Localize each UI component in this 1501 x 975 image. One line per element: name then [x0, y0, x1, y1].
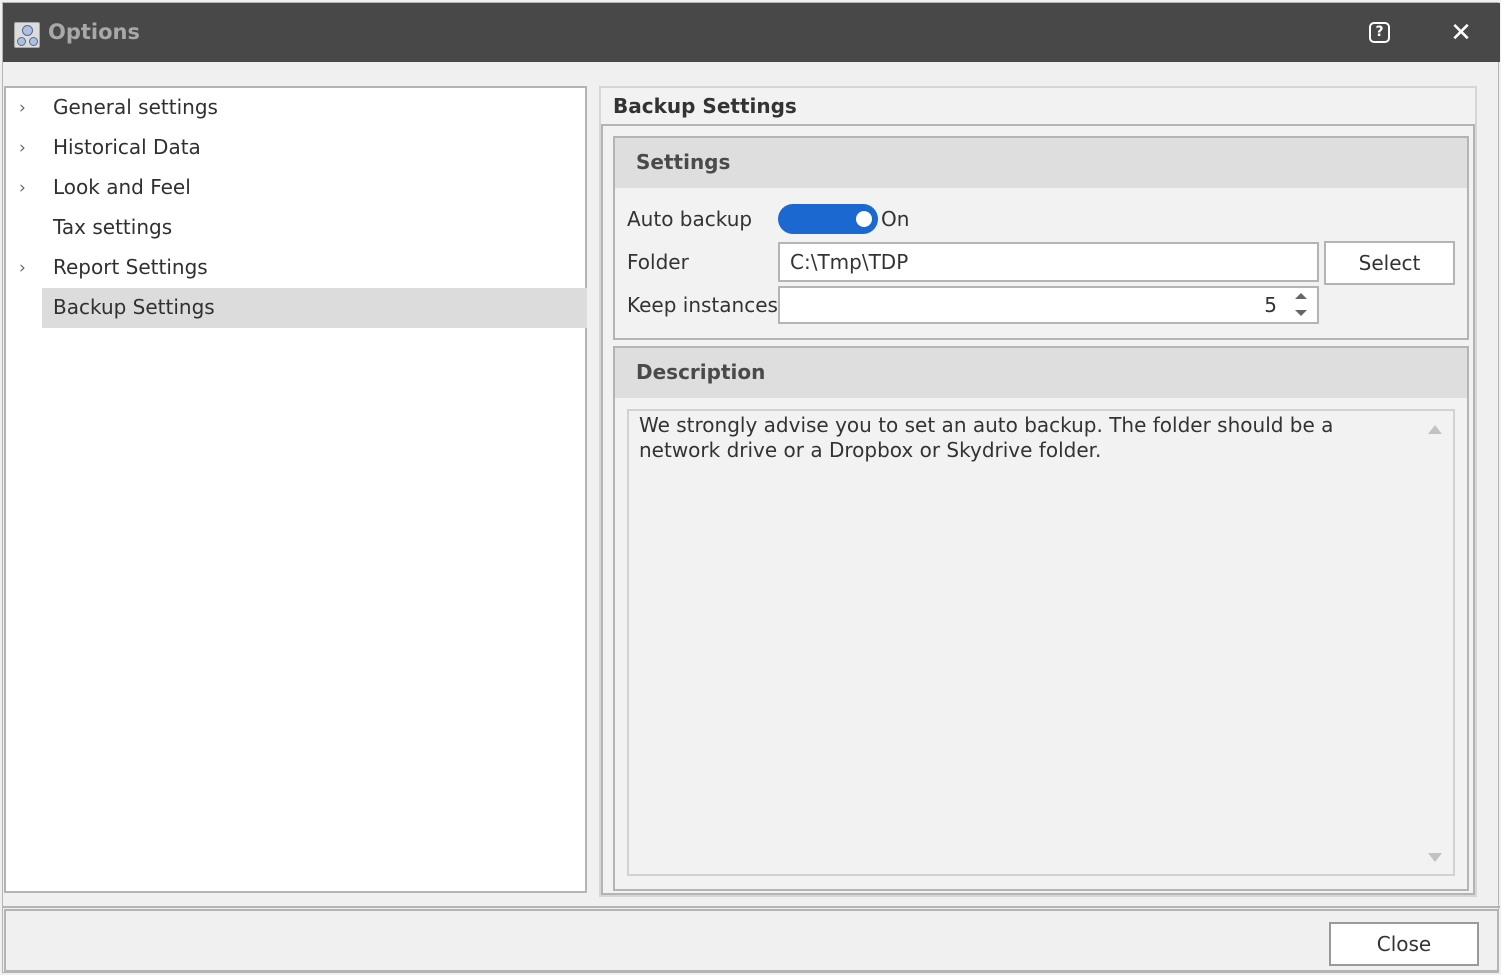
panel-title: Backup Settings	[613, 94, 797, 118]
close-icon: ✕	[1450, 18, 1472, 48]
chevron-right-icon[interactable]: ›	[19, 178, 33, 198]
tree-item-backup-settings[interactable]: Backup Settings	[6, 288, 587, 328]
chevron-right-icon[interactable]: ›	[19, 98, 33, 118]
options-tree: › General settings › Historical Data › L…	[4, 86, 587, 893]
chevron-right-icon[interactable]: ›	[19, 258, 33, 278]
settings-panel: Backup Settings Settings Auto backup On …	[599, 86, 1477, 897]
tree-item-report-settings[interactable]: › Report Settings	[6, 248, 585, 288]
tree-item-general-settings[interactable]: › General settings	[6, 88, 585, 128]
chevron-right-icon[interactable]: ›	[19, 138, 33, 158]
help-icon: ?	[1375, 24, 1384, 40]
auto-backup-label: Auto backup	[627, 207, 753, 231]
description-text: We strongly advise you to set an auto ba…	[639, 413, 1334, 462]
tree-item-historical-data[interactable]: › Historical Data	[6, 128, 585, 168]
description-textarea[interactable]: We strongly advise you to set an auto ba…	[627, 409, 1455, 876]
panel-header: Backup Settings	[601, 88, 1475, 126]
scroll-up-icon[interactable]	[1428, 425, 1442, 434]
toggle-knob	[856, 211, 872, 227]
folder-label: Folder	[627, 250, 689, 274]
dialog-footer: Close	[4, 909, 1499, 972]
tree-item-label: Tax settings	[53, 215, 173, 239]
title-bar[interactable]: Options ? ✕	[3, 3, 1500, 62]
keep-instances-value[interactable]: 5	[1264, 293, 1277, 317]
auto-backup-toggle[interactable]	[778, 204, 878, 234]
scroll-down-icon[interactable]	[1428, 853, 1442, 862]
footer-divider	[3, 906, 1500, 908]
folder-input[interactable]: C:\Tmp\TDP	[778, 242, 1319, 282]
window-close-button[interactable]: ✕	[1448, 18, 1474, 48]
toggle-state-label: On	[881, 207, 910, 231]
close-button[interactable]: Close	[1329, 922, 1479, 966]
group-title: Description	[636, 360, 766, 384]
group-title: Settings	[636, 150, 731, 174]
tree-item-label: Historical Data	[53, 135, 201, 159]
tree-item-label: Backup Settings	[53, 295, 215, 319]
help-button[interactable]: ?	[1369, 22, 1390, 43]
group-header: Description	[615, 348, 1467, 398]
tree-item-tax-settings[interactable]: Tax settings	[6, 208, 585, 248]
panel-body: Settings Auto backup On Folder C:\Tmp\TD…	[601, 126, 1475, 895]
group-header: Settings	[615, 138, 1467, 188]
select-folder-button[interactable]: Select	[1324, 241, 1455, 285]
spin-down-icon[interactable]	[1295, 310, 1307, 316]
spin-up-icon[interactable]	[1295, 293, 1307, 299]
tree-item-label: Look and Feel	[53, 175, 191, 199]
settings-group: Settings Auto backup On Folder C:\Tmp\TD…	[613, 136, 1469, 340]
window-title: Options	[48, 20, 140, 44]
tree-item-label: General settings	[53, 95, 218, 119]
tree-item-look-and-feel[interactable]: › Look and Feel	[6, 168, 585, 208]
gauges-icon	[14, 22, 40, 48]
keep-instances-spinner[interactable]: 5	[778, 286, 1319, 324]
description-group: Description We strongly advise you to se…	[613, 346, 1469, 891]
keep-instances-label: Keep instances	[627, 293, 778, 317]
tree-item-label: Report Settings	[53, 255, 208, 279]
options-dialog: Options ? ✕ › General settings › Histori…	[2, 2, 1500, 973]
